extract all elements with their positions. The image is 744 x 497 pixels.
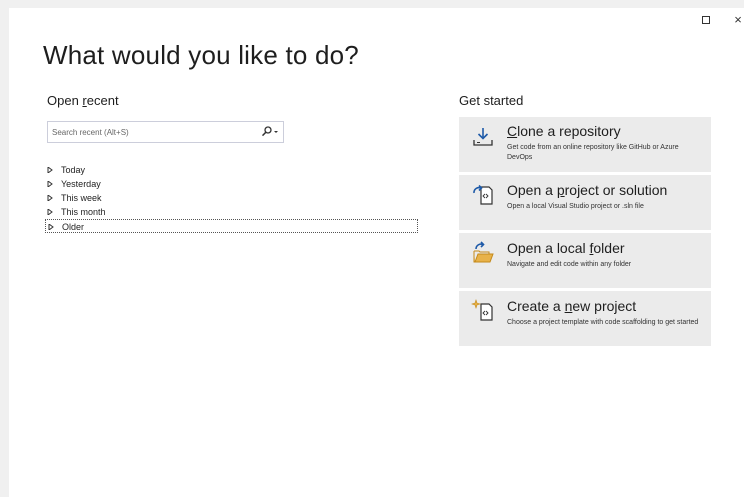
get-started-heading: Get started <box>459 93 524 108</box>
search-recent-input[interactable] <box>48 122 253 142</box>
expand-arrow-icon <box>48 224 54 230</box>
new-project-icon <box>471 299 493 321</box>
open-project-icon <box>473 184 493 205</box>
card-title: Clone a repository <box>507 123 621 139</box>
card-description: Get code from an online repository like … <box>507 144 679 161</box>
recent-group-this-week[interactable]: This week <box>45 191 418 205</box>
recent-group-this-month[interactable]: This month <box>45 205 418 219</box>
maximize-button[interactable] <box>698 12 714 28</box>
expand-arrow-icon <box>47 167 53 173</box>
card-description: Choose a project template with code scaf… <box>507 319 699 326</box>
clone-download-icon <box>473 128 493 146</box>
card-title: Create a new project <box>507 298 637 314</box>
card-title: Open a project or solution <box>507 182 668 198</box>
open-folder-icon <box>473 241 494 263</box>
card-description: Open a local Visual Studio project or .s… <box>507 203 644 210</box>
maximize-icon <box>702 16 710 24</box>
recent-groups-list: Today Yesterday This week This month Old… <box>45 163 418 233</box>
close-button[interactable]: × <box>730 12 744 28</box>
search-icon <box>261 126 278 137</box>
title-bar-controls: × <box>684 8 744 32</box>
clone-repository-button[interactable]: Clone a repository Get code from an onli… <box>459 117 711 172</box>
start-window: × What would you like to do? Open recent… <box>9 8 744 497</box>
card-description: Navigate and edit code within any folder <box>507 261 632 268</box>
close-icon: × <box>734 12 742 27</box>
create-new-project-button[interactable]: Create a new project Choose a project te… <box>459 291 711 346</box>
open-recent-heading: Open recent <box>47 93 119 108</box>
recent-group-yesterday[interactable]: Yesterday <box>45 177 418 191</box>
page-title: What would you like to do? <box>43 40 359 70</box>
open-project-button[interactable]: Open a project or solution Open a local … <box>459 175 711 230</box>
recent-group-today[interactable]: Today <box>45 163 418 177</box>
expand-arrow-icon <box>47 209 53 215</box>
expand-arrow-icon <box>47 195 53 201</box>
search-recent-box[interactable] <box>47 121 284 143</box>
open-local-folder-button[interactable]: Open a local folder Navigate and edit co… <box>459 233 711 288</box>
search-options-button[interactable] <box>259 125 279 139</box>
card-title: Open a local folder <box>507 240 625 256</box>
recent-group-older[interactable]: Older <box>45 219 418 233</box>
expand-arrow-icon <box>47 181 53 187</box>
